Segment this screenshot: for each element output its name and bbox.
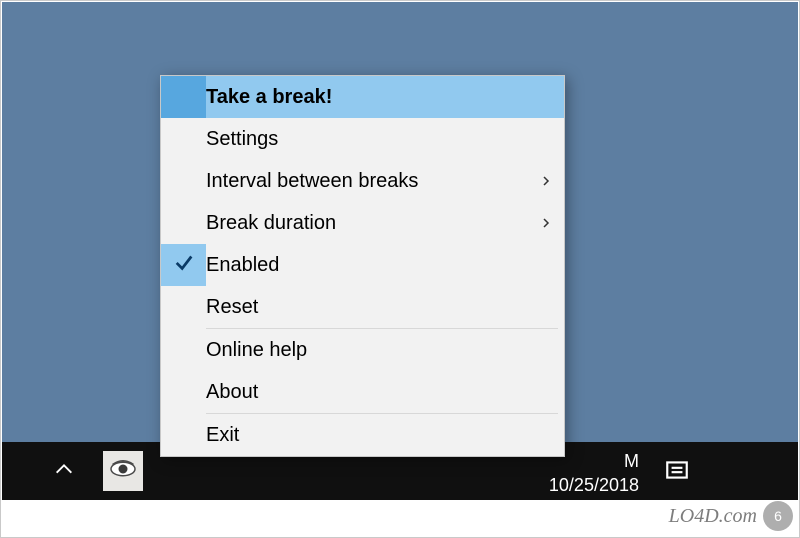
taskbar-date: 10/25/2018 bbox=[469, 473, 639, 497]
menu-item-reset[interactable]: Reset bbox=[161, 286, 564, 328]
screenshot-frame: M 10/25/2018 Take a break! Settings Inte… bbox=[0, 0, 800, 538]
menu-gutter bbox=[161, 414, 206, 456]
menu-item-exit[interactable]: Exit bbox=[161, 414, 564, 456]
chevron-right-icon bbox=[540, 170, 552, 193]
menu-item-label: Enabled bbox=[206, 254, 528, 277]
menu-item-label: Exit bbox=[206, 424, 528, 447]
menu-item-label: Break duration bbox=[206, 212, 528, 235]
menu-gutter bbox=[161, 76, 206, 118]
notification-icon bbox=[664, 457, 690, 488]
menu-item-online-help[interactable]: Online help bbox=[161, 329, 564, 371]
menu-item-label: Online help bbox=[206, 339, 528, 362]
menu-item-label: Interval between breaks bbox=[206, 170, 528, 193]
menu-gutter bbox=[161, 244, 206, 286]
menu-item-label: Reset bbox=[206, 296, 528, 319]
notification-center-button[interactable] bbox=[660, 456, 694, 488]
submenu-indicator bbox=[528, 212, 564, 235]
watermark-text: LO4D.com bbox=[669, 505, 757, 528]
menu-gutter bbox=[161, 371, 206, 413]
menu-gutter bbox=[161, 202, 206, 244]
tray-overflow-button[interactable] bbox=[49, 456, 79, 486]
menu-item-duration[interactable]: Break duration bbox=[161, 202, 564, 244]
menu-item-interval[interactable]: Interval between breaks bbox=[161, 160, 564, 202]
menu-item-label: Settings bbox=[206, 128, 528, 151]
menu-item-settings[interactable]: Settings bbox=[161, 118, 564, 160]
watermark-count-badge: 6 bbox=[763, 501, 793, 531]
watermark: LO4D.com 6 bbox=[669, 501, 793, 531]
menu-item-about[interactable]: About bbox=[161, 371, 564, 413]
menu-item-take-break[interactable]: Take a break! bbox=[161, 76, 564, 118]
tray-eyeleo-icon[interactable] bbox=[103, 451, 143, 491]
menu-item-label: Take a break! bbox=[206, 86, 528, 109]
menu-gutter bbox=[161, 118, 206, 160]
chevron-right-icon bbox=[540, 212, 552, 235]
eye-icon bbox=[108, 454, 138, 489]
chevron-up-icon bbox=[53, 458, 75, 485]
menu-gutter bbox=[161, 160, 206, 202]
menu-gutter bbox=[161, 286, 206, 328]
watermark-count: 6 bbox=[774, 508, 782, 524]
submenu-indicator bbox=[528, 170, 564, 193]
menu-item-enabled[interactable]: Enabled bbox=[161, 244, 564, 286]
check-icon bbox=[173, 251, 195, 279]
menu-gutter bbox=[161, 329, 206, 371]
context-menu: Take a break! Settings Interval between … bbox=[160, 75, 565, 457]
menu-item-label: About bbox=[206, 381, 528, 404]
